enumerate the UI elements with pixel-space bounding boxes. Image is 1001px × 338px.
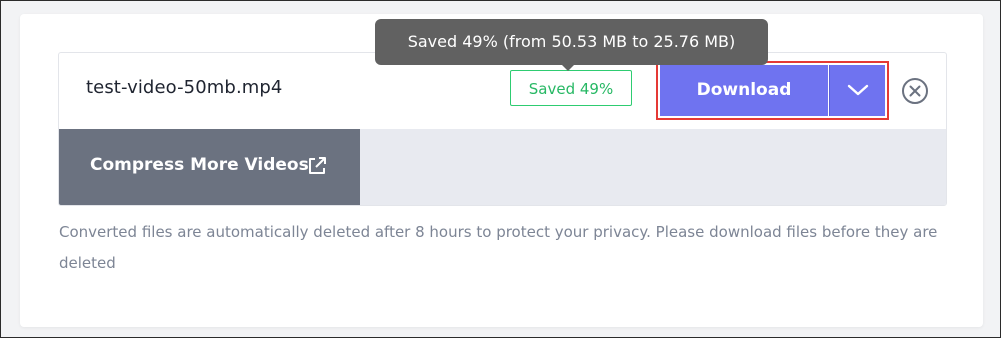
savings-tooltip: Saved 49% (from 50.53 MB to 25.76 MB) xyxy=(375,19,768,65)
compress-more-videos-button[interactable]: Compress More Videos xyxy=(59,129,360,205)
external-link-icon xyxy=(309,157,326,174)
close-circle-icon xyxy=(902,78,928,104)
file-result-panel: test-video-50mb.mp4 Saved 49% Download C… xyxy=(58,52,947,206)
chevron-down-icon xyxy=(847,84,869,96)
download-options-button[interactable] xyxy=(829,65,885,116)
compress-more-label: Compress More Videos xyxy=(90,155,309,175)
saved-badge: Saved 49% xyxy=(510,70,632,106)
privacy-note: Converted files are automatically delete… xyxy=(59,223,938,272)
file-actions-bar: Compress More Videos xyxy=(59,129,946,205)
remove-file-button[interactable] xyxy=(900,76,930,106)
file-name: test-video-50mb.mp4 xyxy=(86,77,283,98)
tooltip-arrow xyxy=(561,64,575,71)
download-button[interactable]: Download xyxy=(660,65,828,116)
